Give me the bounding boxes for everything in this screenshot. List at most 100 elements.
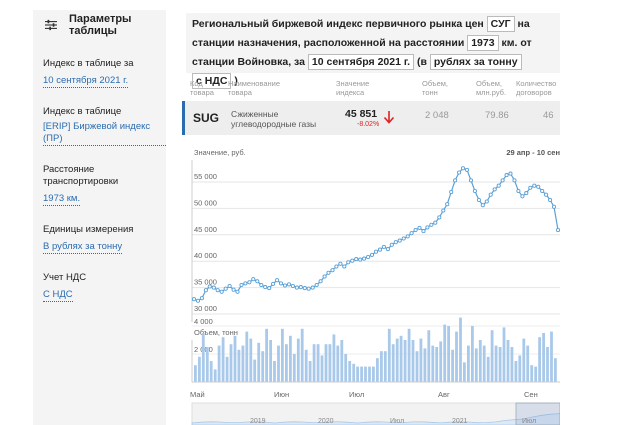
- row-volume-rub: 79.86: [485, 110, 509, 121]
- price-point: [449, 189, 454, 195]
- volume-bar: [221, 337, 225, 382]
- sidebar: Параметры таблицы Индекс в таблице за 10…: [33, 10, 166, 425]
- volume-bar: [550, 331, 553, 382]
- volume-bar: [213, 369, 217, 382]
- price-point: [282, 283, 288, 288]
- volume-bar: [225, 356, 229, 382]
- units-chip[interactable]: рублях за тонну: [429, 54, 522, 70]
- volume-bar: [348, 361, 352, 382]
- settings-sliders-icon[interactable]: [45, 19, 57, 31]
- price-point: [227, 283, 232, 289]
- volume-bar: [471, 326, 474, 382]
- price-point: [484, 199, 489, 204]
- price-point: [211, 285, 216, 290]
- product-chip[interactable]: СУГ: [486, 16, 515, 32]
- navigator-label: Июл: [390, 418, 404, 425]
- param-index-link[interactable]: [ERIP] Биржевой индекс (ПР): [43, 121, 166, 146]
- price-point: [369, 252, 375, 257]
- price-point: [441, 208, 446, 213]
- price-point: [500, 178, 505, 183]
- navigator-label: 2019: [250, 418, 266, 425]
- arrow-down-icon: [383, 111, 395, 124]
- price-point: [271, 281, 276, 286]
- table-row[interactable]: SUG Сжиженные углеводородные газы 45 851…: [182, 101, 560, 135]
- navigator-label: Июл: [522, 418, 536, 425]
- price-chart-area[interactable]: Значение, руб. 29 апр - 10 сен Объем, то…: [186, 140, 560, 425]
- chart-svg[interactable]: 30 00035 00040 00045 00050 00055 0002 00…: [186, 140, 560, 425]
- price-point: [259, 282, 264, 288]
- price-point: [555, 227, 560, 233]
- price-point: [334, 264, 339, 269]
- volume-bar: [289, 335, 292, 382]
- volume-bar: [478, 340, 482, 382]
- volume-bar: [257, 342, 261, 382]
- title-text: (в: [417, 56, 427, 68]
- volume-bar: [411, 340, 415, 382]
- volume-bar: [332, 334, 336, 382]
- price-point: [480, 203, 485, 208]
- price-point: [247, 280, 252, 285]
- price-point: [255, 279, 260, 284]
- price-point: [199, 296, 204, 301]
- volume-bar: [387, 328, 391, 382]
- price-point: [195, 298, 201, 303]
- price-point: [298, 285, 303, 290]
- price-point: [215, 288, 220, 293]
- month-label: Июн: [274, 390, 289, 399]
- price-point: [354, 257, 359, 262]
- volume-bar: [253, 359, 257, 382]
- month-label: Июл: [349, 390, 364, 399]
- volume-bar: [419, 338, 423, 382]
- y-tick-label: 55 000: [194, 172, 217, 181]
- volume-bar: [459, 317, 462, 382]
- volume-bar: [431, 345, 435, 382]
- row-value: 45 851: [345, 108, 378, 120]
- price-point: [409, 231, 414, 236]
- volume-bar: [506, 340, 510, 382]
- volume-bar: [296, 338, 300, 382]
- volume-bar: [328, 344, 332, 382]
- table-header: Код товара Наименование товара Значение …: [186, 77, 560, 99]
- param-index: Индекс в таблице [ERIP] Биржевой индекс …: [33, 106, 166, 146]
- price-point: [235, 289, 240, 294]
- price-point: [373, 249, 379, 254]
- date-chip[interactable]: 10 сентября 2021 г.: [307, 54, 415, 70]
- volume-bar: [383, 351, 387, 382]
- volume-bar: [415, 351, 419, 382]
- navigator-label: 2020: [318, 418, 334, 425]
- price-point: [460, 166, 466, 171]
- y-tick-label: 40 000: [194, 251, 217, 260]
- param-date-link[interactable]: 10 сентября 2021 г.: [43, 75, 129, 88]
- sidebar-header: Параметры таблицы: [33, 10, 166, 40]
- price-point: [468, 178, 474, 183]
- volume-bar: [423, 348, 427, 382]
- param-label: Единицы измерения: [43, 224, 134, 235]
- param-vat-link[interactable]: С НДС: [43, 289, 73, 302]
- volume-bar: [443, 324, 447, 382]
- price-point: [437, 215, 442, 220]
- volume-bar: [372, 366, 375, 382]
- price-point: [314, 282, 319, 288]
- distance-chip[interactable]: 1973: [467, 35, 499, 51]
- row-volume-t: 2 048: [425, 110, 449, 121]
- volume-bar: [403, 340, 407, 382]
- price-point: [421, 229, 426, 234]
- volume-bar: [261, 351, 265, 382]
- price-point: [453, 178, 458, 183]
- volume-bar: [277, 345, 280, 382]
- price-point: [488, 192, 493, 197]
- volume-bar: [474, 348, 478, 382]
- row-change: -8.02%: [357, 121, 380, 128]
- y-tick-label: 45 000: [194, 225, 217, 234]
- price-point: [516, 188, 521, 194]
- param-distance-link[interactable]: 1973 км.: [43, 193, 81, 206]
- volume-bar: [273, 361, 276, 382]
- volume-bar: [510, 347, 514, 382]
- price-point: [346, 260, 351, 265]
- price-point: [504, 173, 509, 178]
- volume-bar: [229, 344, 233, 382]
- volume-bar: [368, 366, 371, 382]
- param-units: Единицы измерения В рублях за тонну: [33, 224, 166, 254]
- param-units-link[interactable]: В рублях за тонну: [43, 241, 123, 254]
- price-point: [445, 202, 450, 207]
